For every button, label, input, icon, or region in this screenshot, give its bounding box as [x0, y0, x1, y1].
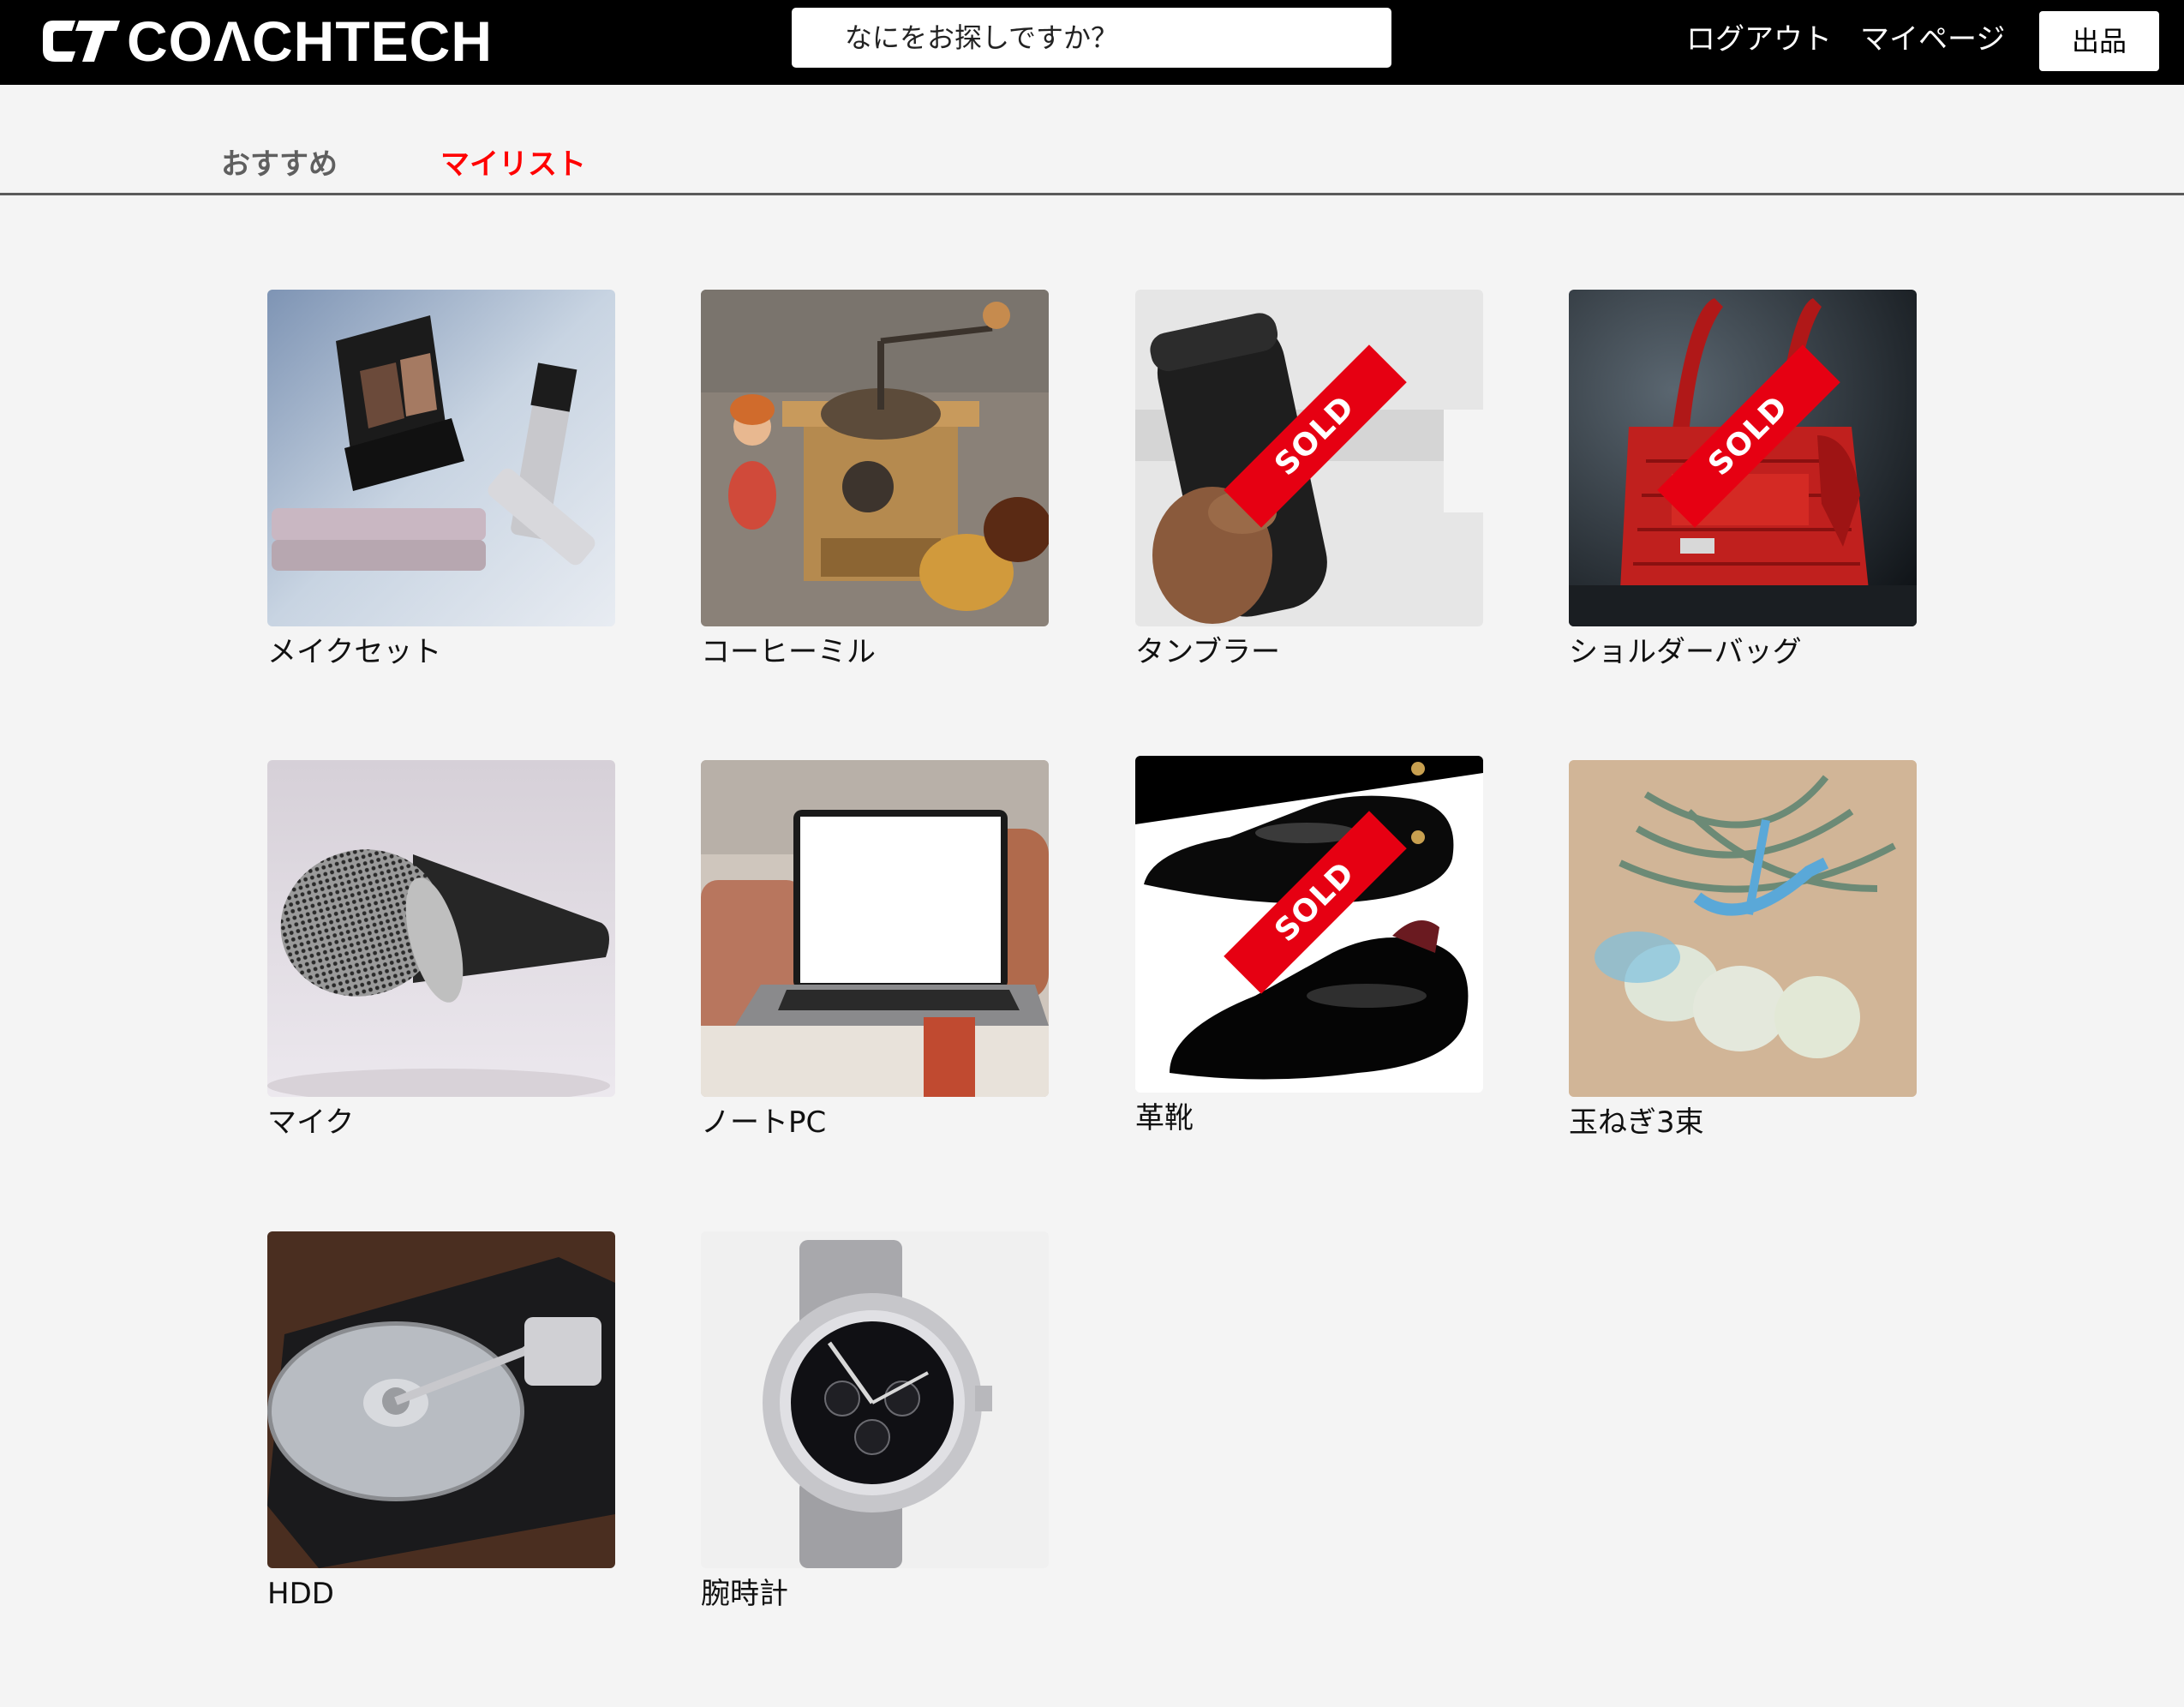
- tab-recommend[interactable]: おすすめ: [221, 145, 338, 184]
- tab-bar: おすすめ マイリスト: [0, 85, 2184, 195]
- product-image-wristwatch[interactable]: [701, 1231, 1049, 1568]
- site-header: COΛCHTECH ログアウト マイページ 出品: [0, 0, 2184, 85]
- product-name[interactable]: マイク: [267, 1103, 615, 1142]
- coachtech-logo[interactable]: COΛCHTECH: [41, 9, 494, 73]
- product-card[interactable]: SOLD ショルダーバッグ: [1569, 290, 1917, 672]
- product-image-microphone[interactable]: [267, 760, 615, 1097]
- product-card[interactable]: SOLD 革靴: [1135, 756, 1483, 1138]
- product-name[interactable]: メイクセット: [267, 632, 615, 672]
- product-image-shoulder-bag[interactable]: SOLD: [1569, 290, 1917, 626]
- product-image-hdd[interactable]: [267, 1231, 615, 1568]
- product-name[interactable]: 腕時計: [701, 1574, 1049, 1614]
- product-card[interactable]: コーヒーミル: [701, 290, 1049, 672]
- product-name[interactable]: 玉ねぎ3束: [1569, 1103, 1917, 1142]
- product-name[interactable]: タンブラー: [1135, 632, 1483, 672]
- product-card[interactable]: 玉ねぎ3束: [1569, 760, 1917, 1142]
- product-image-tumbler[interactable]: SOLD: [1135, 290, 1483, 626]
- product-card[interactable]: ノートPC: [701, 760, 1049, 1142]
- product-card[interactable]: マイク: [267, 760, 615, 1142]
- product-name[interactable]: 革靴: [1135, 1099, 1483, 1138]
- product-image-leather-shoes[interactable]: SOLD: [1135, 756, 1483, 1093]
- search-input[interactable]: [792, 8, 1391, 68]
- mypage-link[interactable]: マイページ: [1860, 19, 2005, 60]
- product-card[interactable]: メイクセット: [267, 290, 615, 672]
- product-name[interactable]: コーヒーミル: [701, 632, 1049, 672]
- ct-logo-icon: [43, 21, 120, 62]
- sell-button[interactable]: 出品: [2039, 11, 2159, 71]
- product-name[interactable]: HDD: [267, 1574, 615, 1614]
- tab-mylist[interactable]: マイリスト: [440, 145, 586, 184]
- product-name[interactable]: ノートPC: [701, 1103, 1049, 1142]
- product-image-onions[interactable]: [1569, 760, 1917, 1097]
- product-image-laptop[interactable]: [701, 760, 1049, 1097]
- logo-text: COΛCHTECH: [127, 9, 494, 73]
- product-card[interactable]: SOLD タンブラー: [1135, 290, 1483, 672]
- product-image-makeup-set[interactable]: [267, 290, 615, 626]
- product-card[interactable]: 腕時計: [701, 1231, 1049, 1614]
- product-name[interactable]: ショルダーバッグ: [1569, 632, 1917, 672]
- logout-link[interactable]: ログアウト: [1686, 19, 1832, 60]
- product-card[interactable]: HDD: [267, 1231, 615, 1614]
- product-image-coffee-mill[interactable]: [701, 290, 1049, 626]
